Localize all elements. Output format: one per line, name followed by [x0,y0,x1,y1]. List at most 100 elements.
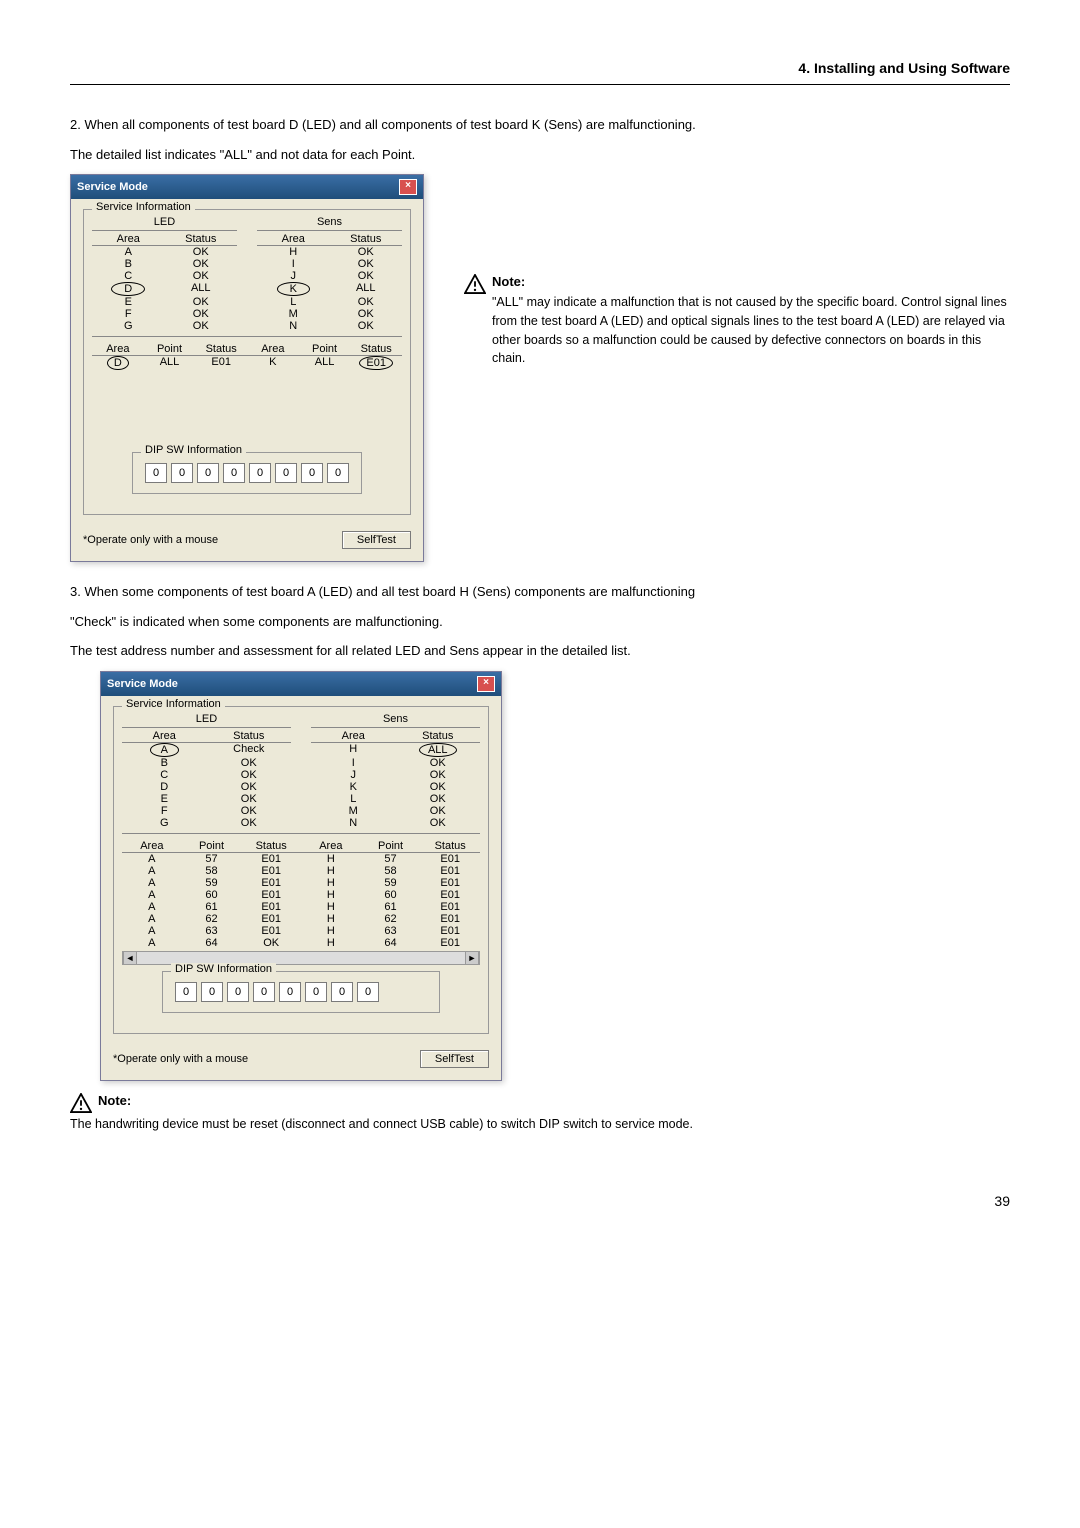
led-status: OK [165,320,238,332]
dip-value: 0 [171,463,193,483]
dip-value: 0 [275,463,297,483]
close-icon[interactable]: × [399,179,417,195]
detail-area: H [301,865,361,877]
col-status: Status [330,233,403,246]
dip-value: 0 [357,982,379,1002]
selftest-button[interactable]: SelfTest [342,531,411,549]
detail-area: A [122,877,182,889]
detail-status: E01 [241,853,301,865]
dip-sw-group: DIP SW Information 0 0 0 0 0 0 0 0 [162,971,440,1013]
led-status: OK [207,769,292,781]
col-point: Point [361,840,421,853]
sens-area: J [311,769,396,781]
col-area: Area [247,343,299,356]
led-status: OK [165,308,238,320]
detail-point: 64 [361,937,421,949]
col-point: Point [144,343,196,356]
dialog-title-text: Service Mode [77,181,148,193]
detail-area: A [122,889,182,901]
sens-area: I [257,258,330,270]
dip-value: 0 [175,982,197,1002]
col-area: Area [311,730,396,743]
led-area: D [122,781,207,793]
service-mode-dialog-1: Service Mode × Service Information LED A… [70,174,424,562]
group-label: Service Information [122,698,225,710]
sens-area: N [311,817,396,829]
detail-header: Area Point Status Area Point Status [92,343,402,356]
detail-point: ALL [299,356,351,370]
detail-body: D ALL E01 K ALL E01 [92,356,402,446]
sens-status-highlight: ALL [419,743,457,757]
note-text-2: The handwriting device must be reset (di… [70,1115,1010,1134]
scroll-right-icon[interactable]: ► [465,952,479,964]
selftest-button[interactable]: SelfTest [420,1050,489,1068]
dip-value: 0 [305,982,327,1002]
scroll-left-icon[interactable]: ◄ [123,952,137,964]
col-area: Area [92,233,165,246]
detail-status: E01 [420,865,480,877]
dip-value: 0 [227,982,249,1002]
sens-table: Sens Area Status HOK IOK JOK KALL LOK MO… [257,216,402,332]
led-status: OK [207,817,292,829]
detail-status: E01 [420,853,480,865]
detail-point: ALL [144,356,196,370]
detail-point: 59 [182,877,242,889]
dip-value: 0 [327,463,349,483]
sens-status: OK [396,757,481,769]
detail-point: 58 [182,865,242,877]
led-area: A [92,246,165,258]
detail-status: E01 [195,356,247,370]
detail-area: A [122,937,182,949]
paragraph-1-line-1: 2. When all components of test board D (… [70,115,1010,135]
col-status: Status [165,233,238,246]
sens-area: N [257,320,330,332]
detail-point: 57 [182,853,242,865]
dialog-titlebar: Service Mode × [71,175,423,199]
detail-area: A [122,925,182,937]
detail-point: 63 [361,925,421,937]
led-area-highlight: D [111,282,145,296]
dip-label: DIP SW Information [171,963,276,975]
led-table-head: LED [92,216,237,231]
detail-status: E01 [420,925,480,937]
col-area: Area [92,343,144,356]
detail-body: A57E01H57E01 A58E01H58E01 A59E01H59E01 A… [122,853,480,949]
dip-value: 0 [249,463,271,483]
detail-area: H [301,937,361,949]
led-table: LED Area Status ACheck BOK COK DOK EOK F… [122,713,291,829]
col-area: Area [122,840,182,853]
paragraph-2-line-1: 3. When some components of test board A … [70,582,1010,602]
paragraph-2-line-3: The test address number and assessment f… [70,641,1010,661]
paragraph-1-line-2: The detailed list indicates "ALL" and no… [70,145,1010,165]
col-status: Status [241,840,301,853]
detail-point: 64 [182,937,242,949]
sens-table-head: Sens [257,216,402,231]
col-area: Area [257,233,330,246]
detail-area: A [122,865,182,877]
detail-area: A [122,901,182,913]
led-table: LED Area Status AOK BOK COK DALL EOK FOK… [92,216,237,332]
close-icon[interactable]: × [477,676,495,692]
dip-value: 0 [201,982,223,1002]
dip-value: 0 [301,463,323,483]
led-area: B [92,258,165,270]
detail-point: 61 [182,901,242,913]
dip-value: 0 [145,463,167,483]
sens-status: OK [330,270,403,282]
dip-value: 0 [253,982,275,1002]
led-status-highlight: Check [207,743,292,757]
led-status: OK [207,793,292,805]
note-block-2: Note: [70,1093,1010,1113]
detail-point: 59 [361,877,421,889]
detail-point: 62 [361,913,421,925]
detail-point: 63 [182,925,242,937]
led-area: C [92,270,165,282]
paragraph-2-line-2: "Check" is indicated when some component… [70,612,1010,632]
detail-point: 58 [361,865,421,877]
detail-status: E01 [241,925,301,937]
sens-status: OK [396,817,481,829]
sens-area: L [311,793,396,805]
section-header: 4. Installing and Using Software [70,60,1010,85]
service-information-group: Service Information LED Area Status AOK … [83,209,411,515]
detail-point: 60 [361,889,421,901]
